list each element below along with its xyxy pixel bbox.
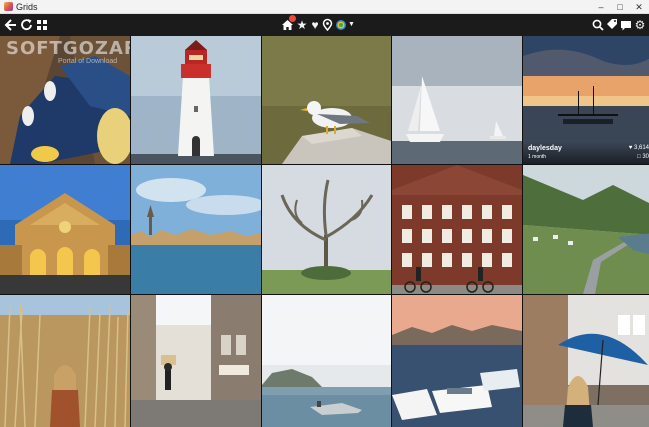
photo-tile[interactable] <box>262 165 391 294</box>
photo-caption: daylesday 1 month ♥ 3,614 □ 30 <box>523 142 649 164</box>
app-window: Grids – □ ✕ ★ ♥ ▼ ⚙ SOFTGOZA Portal of D… <box>0 0 649 427</box>
photo-tile[interactable] <box>392 295 522 427</box>
grid-view-icon[interactable] <box>36 16 48 34</box>
photo-grid: SOFTGOZAR.COM Portal of Download <box>0 36 649 427</box>
photo-tile[interactable] <box>262 36 391 164</box>
photo-tile[interactable] <box>0 295 130 427</box>
caption-comments: □ 30 <box>637 154 649 160</box>
caption-likes: ♥ 3,614 <box>629 145 649 151</box>
caption-time: 1 month <box>528 154 547 160</box>
caption-username[interactable]: daylesday <box>528 145 562 152</box>
close-button[interactable]: ✕ <box>629 0 649 14</box>
photo-tile[interactable] <box>523 165 649 294</box>
search-icon[interactable] <box>592 16 604 34</box>
window-title: Grids <box>16 2 38 12</box>
photo-tile[interactable] <box>523 295 649 427</box>
comments-count: 30 <box>642 154 649 160</box>
photo-tile[interactable] <box>131 36 261 164</box>
profile-icon[interactable] <box>335 16 347 34</box>
refresh-icon[interactable] <box>20 16 34 34</box>
back-arrow-icon[interactable] <box>4 16 18 34</box>
photo-tile[interactable] <box>131 295 261 427</box>
notification-badge <box>289 15 296 22</box>
photo-tile[interactable]: daylesday 1 month ♥ 3,614 □ 30 <box>523 36 649 164</box>
star-icon[interactable]: ★ <box>296 16 308 34</box>
photo-tile[interactable] <box>0 165 130 294</box>
watermark-subtext: Portal of Download <box>58 58 118 65</box>
tag-icon[interactable] <box>606 16 618 34</box>
message-icon[interactable] <box>620 16 632 34</box>
heart-icon: ♥ <box>628 145 633 151</box>
photo-tile[interactable] <box>392 36 522 164</box>
location-pin-icon[interactable] <box>322 16 333 34</box>
watermark-text: SOFTGOZAR.COM <box>6 38 130 59</box>
heart-icon[interactable]: ♥ <box>309 16 321 34</box>
photo-tile[interactable]: SOFTGOZAR.COM Portal of Download <box>0 36 130 164</box>
app-logo-icon <box>4 2 13 11</box>
comment-icon: □ <box>637 154 641 160</box>
likes-count: 3,614 <box>633 145 649 151</box>
maximize-button[interactable]: □ <box>610 0 630 14</box>
chevron-down-icon[interactable]: ▼ <box>348 16 355 34</box>
photo-tile[interactable] <box>392 165 522 294</box>
title-bar: Grids – □ ✕ <box>0 0 649 14</box>
minimize-button[interactable]: – <box>591 0 611 14</box>
toolbar: ★ ♥ ▼ ⚙ <box>0 14 649 36</box>
gear-icon[interactable]: ⚙ <box>634 16 646 34</box>
photo-tile[interactable] <box>262 295 391 427</box>
photo-tile[interactable] <box>131 165 261 294</box>
